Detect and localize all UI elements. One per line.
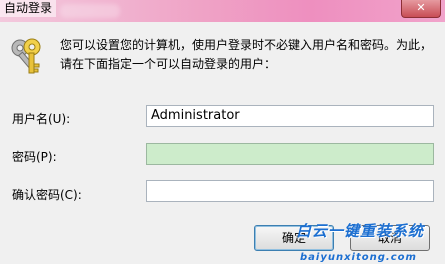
watermark-logo: 白云一键重装系统 (296, 222, 425, 240)
username-field[interactable]: Administrator (146, 105, 434, 127)
confirm-password-field[interactable] (146, 180, 434, 202)
instructions-text: 您可以设置您的计算机，使用户登录时不必键入用户名和密码。为此，请在下面指定一个可… (60, 38, 433, 71)
password-field[interactable] (146, 143, 434, 165)
title-bar: 自动登录 ✕ (0, 0, 445, 22)
title-blur (60, 4, 120, 18)
close-icon: ✕ (416, 1, 426, 14)
window-title: 自动登录 (0, 0, 57, 17)
dialog-body: 您可以设置您的计算机，使用户登录时不必键入用户名和密码。为此，请在下面指定一个可… (0, 22, 445, 264)
username-label: 用户名(U): (12, 112, 71, 126)
close-button[interactable]: ✕ (401, 0, 441, 18)
password-label: 密码(P): (12, 150, 57, 164)
key-icon (11, 38, 41, 74)
watermark-url: baiyunxitong.com (300, 252, 417, 263)
confirm-password-label: 确认密码(C): (12, 188, 82, 202)
